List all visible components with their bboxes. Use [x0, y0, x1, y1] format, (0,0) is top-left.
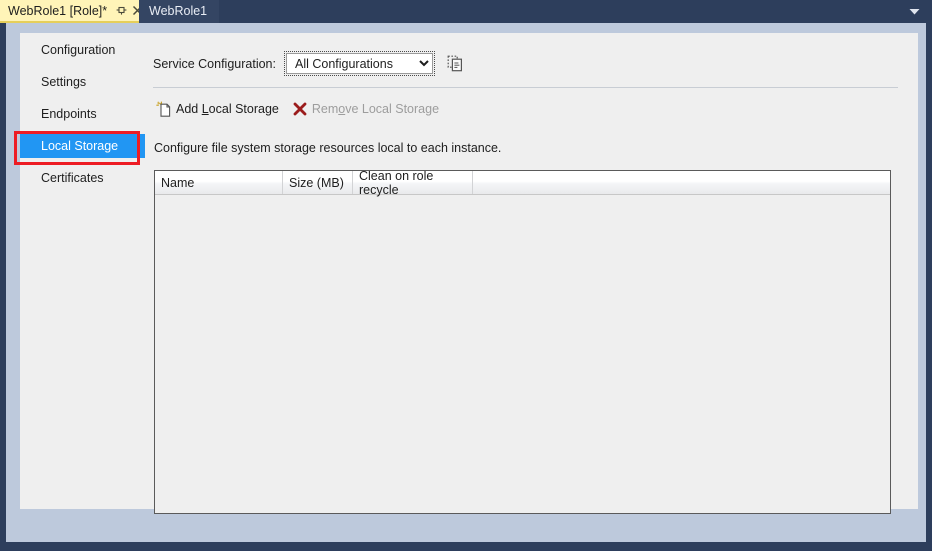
sidebar-item-label: Endpoints [41, 107, 97, 121]
service-configuration-label: Service Configuration: [153, 56, 276, 71]
grid-column-header-clean-on-role-recycle[interactable]: Clean on role recycle [353, 171, 473, 197]
service-configuration-combobox[interactable]: All Configurations [285, 53, 433, 74]
sidebar-item-configuration[interactable]: Configuration [20, 38, 145, 62]
grid-column-header-size[interactable]: Size (MB) [283, 171, 353, 194]
red-x-icon [291, 100, 309, 118]
service-configuration-combobox-focus-ring: All Configurations [283, 51, 435, 76]
pin-icon[interactable] [114, 3, 129, 18]
chevron-down-icon[interactable] [902, 0, 926, 23]
tab-label: WebRole1 [149, 3, 208, 18]
local-storage-grid[interactable]: Name Size (MB) Clean on role recycle [154, 170, 891, 514]
sidebar-item-local-storage[interactable]: Local Storage [20, 134, 145, 158]
sidebar-item-settings[interactable]: Settings [20, 70, 145, 94]
sidebar-item-endpoints[interactable]: Endpoints [20, 102, 145, 126]
tab-webrole1-role[interactable]: WebRole1 [Role]* [0, 0, 152, 23]
add-document-icon [155, 100, 173, 118]
service-configuration-row: Service Configuration: All Configuration… [153, 51, 467, 76]
sidebar-item-label: Configuration [41, 43, 116, 57]
remove-local-storage-label: Remove Local Storage [311, 102, 440, 116]
sidebar-item-label: Certificates [41, 171, 104, 185]
visual-studio-role-designer-window: WebRole1 [Role]* WebRole1 Configuration … [0, 0, 932, 551]
role-designer-sidebar: Configuration Settings Endpoints Local S… [20, 38, 145, 208]
remove-local-storage-button[interactable]: Remove Local Storage [291, 100, 439, 118]
sidebar-item-certificates[interactable]: Certificates [20, 166, 145, 190]
add-local-storage-button[interactable]: Add Local Storage [155, 100, 279, 118]
document-tab-strip: WebRole1 [Role]* WebRole1 [0, 0, 932, 23]
grid-column-header-name[interactable]: Name [155, 171, 283, 194]
grid-header-row: Name Size (MB) Clean on role recycle [155, 171, 890, 197]
local-storage-toolbar: Add Local Storage Remove Local Storage [155, 100, 451, 118]
copy-configuration-icon[interactable] [445, 53, 467, 75]
tab-webrole1[interactable]: WebRole1 [139, 0, 220, 23]
toolbar-separator [153, 87, 898, 88]
sidebar-item-label: Settings [41, 75, 87, 89]
pane-description: Configure file system storage resources … [154, 141, 502, 155]
sidebar-item-label: Local Storage [41, 139, 119, 153]
add-local-storage-label: Add Local Storage [176, 102, 279, 116]
tab-label: WebRole1 [Role]* [8, 3, 108, 18]
grid-column-header-filler [473, 171, 890, 194]
grid-body-empty[interactable] [155, 195, 890, 513]
